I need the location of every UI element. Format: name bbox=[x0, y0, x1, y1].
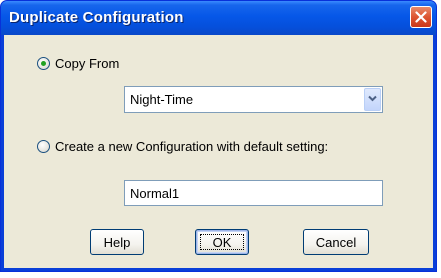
help-button[interactable]: Help bbox=[90, 229, 144, 255]
source-config-select[interactable]: Night-Time bbox=[124, 86, 383, 113]
create-new-label: Create a new Configuration with default … bbox=[55, 139, 329, 154]
close-button[interactable] bbox=[410, 6, 432, 28]
close-icon bbox=[415, 11, 427, 23]
copy-from-radio[interactable] bbox=[37, 57, 50, 70]
new-config-name-input[interactable] bbox=[124, 180, 383, 206]
dialog-body: Copy From Night-Time Create a new Config… bbox=[4, 35, 433, 268]
cancel-button-label: Cancel bbox=[315, 234, 357, 250]
copy-from-label: Copy From bbox=[55, 56, 120, 71]
create-new-radio[interactable] bbox=[37, 140, 50, 153]
cancel-button[interactable]: Cancel bbox=[303, 229, 369, 255]
copy-from-option[interactable]: Copy From bbox=[37, 56, 119, 71]
title-bar[interactable]: Duplicate Configuration bbox=[1, 1, 436, 35]
source-config-value: Night-Time bbox=[130, 92, 194, 107]
dialog-window: Duplicate Configuration Copy From Night-… bbox=[0, 0, 437, 272]
create-new-option[interactable]: Create a new Configuration with default … bbox=[37, 139, 328, 154]
help-button-label: Help bbox=[103, 234, 131, 250]
window-title: Duplicate Configuration bbox=[9, 9, 184, 26]
dropdown-button[interactable] bbox=[364, 88, 381, 111]
focus-rect bbox=[200, 234, 244, 250]
chevron-down-icon bbox=[368, 95, 377, 102]
ok-button[interactable]: OK bbox=[195, 229, 249, 255]
